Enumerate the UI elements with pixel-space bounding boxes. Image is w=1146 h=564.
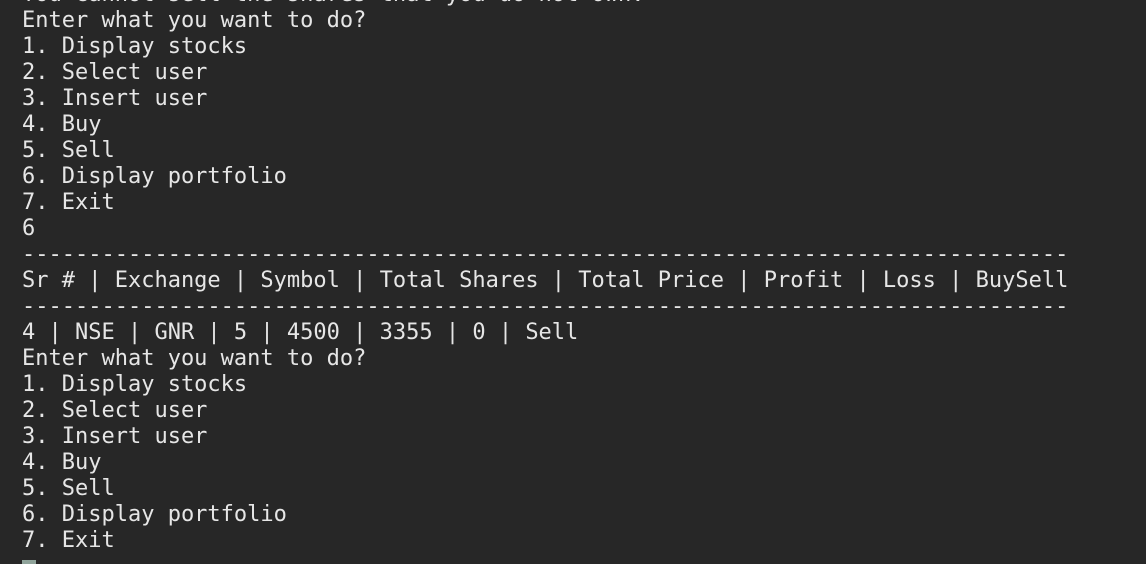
menu-option-display-stocks: 1. Display stocks — [22, 372, 248, 397]
menu-option-insert-user: 3. Insert user — [22, 86, 208, 111]
terminal-line-prompt: Enter what you want to do? — [22, 8, 367, 33]
input-line[interactable] — [22, 554, 1068, 564]
menu-option-select-user: 2. Select user — [22, 398, 208, 423]
menu-option-sell: 5. Sell — [22, 476, 115, 501]
menu-option-buy: 4. Buy — [22, 450, 102, 475]
menu-option-display-stocks: 1. Display stocks — [22, 34, 248, 59]
text-cursor[interactable] — [22, 560, 36, 564]
terminal-line-prompt: Enter what you want to do? — [22, 346, 367, 371]
portfolio-table-row: 4 | NSE | GNR | 5 | 4500 | 3355 | 0 | Se… — [22, 320, 579, 345]
menu-option-exit: 7. Exit — [22, 528, 115, 553]
table-separator-top: ----------------------------------------… — [22, 242, 1069, 267]
portfolio-table-header: Sr # | Exchange | Symbol | Total Shares … — [22, 268, 1069, 293]
menu-option-select-user: 2. Select user — [22, 60, 208, 85]
terminal-output: You cannot sell the shares that you do n… — [22, 0, 1068, 564]
menu-option-display-portfolio: 6. Display portfolio — [22, 502, 287, 527]
user-input-line: 6 — [22, 216, 36, 241]
terminal-window[interactable]: You cannot sell the shares that you do n… — [0, 0, 1146, 564]
menu-option-display-portfolio: 6. Display portfolio — [22, 164, 287, 189]
menu-option-exit: 7. Exit — [22, 190, 115, 215]
menu-option-buy: 4. Buy — [22, 112, 102, 137]
table-separator-bottom: ----------------------------------------… — [22, 294, 1069, 319]
terminal-line-error: You cannot sell the shares that you do n… — [22, 0, 1068, 8]
menu-option-insert-user: 3. Insert user — [22, 424, 208, 449]
menu-option-sell: 5. Sell — [22, 138, 115, 163]
